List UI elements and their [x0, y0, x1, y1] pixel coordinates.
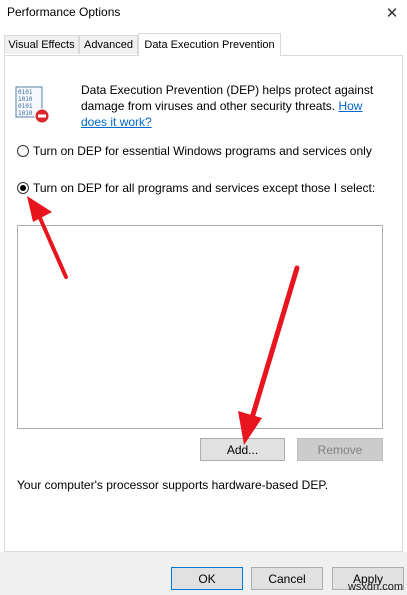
remove-button[interactable]: Remove — [297, 438, 383, 461]
dialog-footer: OK Cancel Apply wsxdn.com — [0, 552, 407, 595]
svg-text:0101: 0101 — [18, 103, 33, 110]
svg-text:0101: 0101 — [18, 89, 33, 96]
window-title: Performance Options — [7, 5, 121, 19]
cancel-button[interactable]: Cancel — [251, 567, 323, 590]
how-does-it-work-link-part1[interactable]: How — [338, 99, 362, 113]
tab-strip: Visual Effects Advanced Data Execution P… — [0, 26, 407, 56]
close-icon[interactable]: ✕ — [377, 0, 407, 26]
how-does-it-work-link-part2[interactable]: does it work? — [81, 115, 152, 129]
radio-essential-row[interactable]: Turn on DEP for essential Windows progra… — [17, 144, 372, 158]
dep-status-text: Your computer's processor supports hardw… — [17, 478, 329, 492]
svg-text:1010: 1010 — [18, 96, 33, 103]
dep-description: Data Execution Prevention (DEP) helps pr… — [81, 82, 386, 130]
radio-all-programs[interactable] — [17, 182, 29, 194]
title-bar: Performance Options ✕ — [0, 0, 407, 26]
radio-all-row[interactable]: Turn on DEP for all programs and service… — [17, 181, 375, 195]
radio-essential[interactable] — [17, 145, 29, 157]
radio-all-label: Turn on DEP for all programs and service… — [33, 181, 376, 195]
tab-visual-effects[interactable]: Visual Effects — [4, 35, 79, 54]
add-button[interactable]: Add... — [200, 438, 285, 461]
svg-text:1010: 1010 — [18, 110, 33, 117]
exceptions-list[interactable] — [17, 225, 383, 429]
ok-button[interactable]: OK — [171, 567, 243, 590]
watermark: wsxdn.com — [347, 581, 403, 593]
dep-description-text: Data Execution Prevention (DEP) helps pr… — [81, 83, 374, 113]
tab-advanced[interactable]: Advanced — [79, 35, 138, 54]
tab-data-execution-prevention[interactable]: Data Execution Prevention — [138, 33, 281, 56]
radio-essential-label: Turn on DEP for essential Windows progra… — [33, 144, 372, 158]
dep-shield-binary-icon: 0101 1010 0101 1010 — [15, 86, 50, 124]
